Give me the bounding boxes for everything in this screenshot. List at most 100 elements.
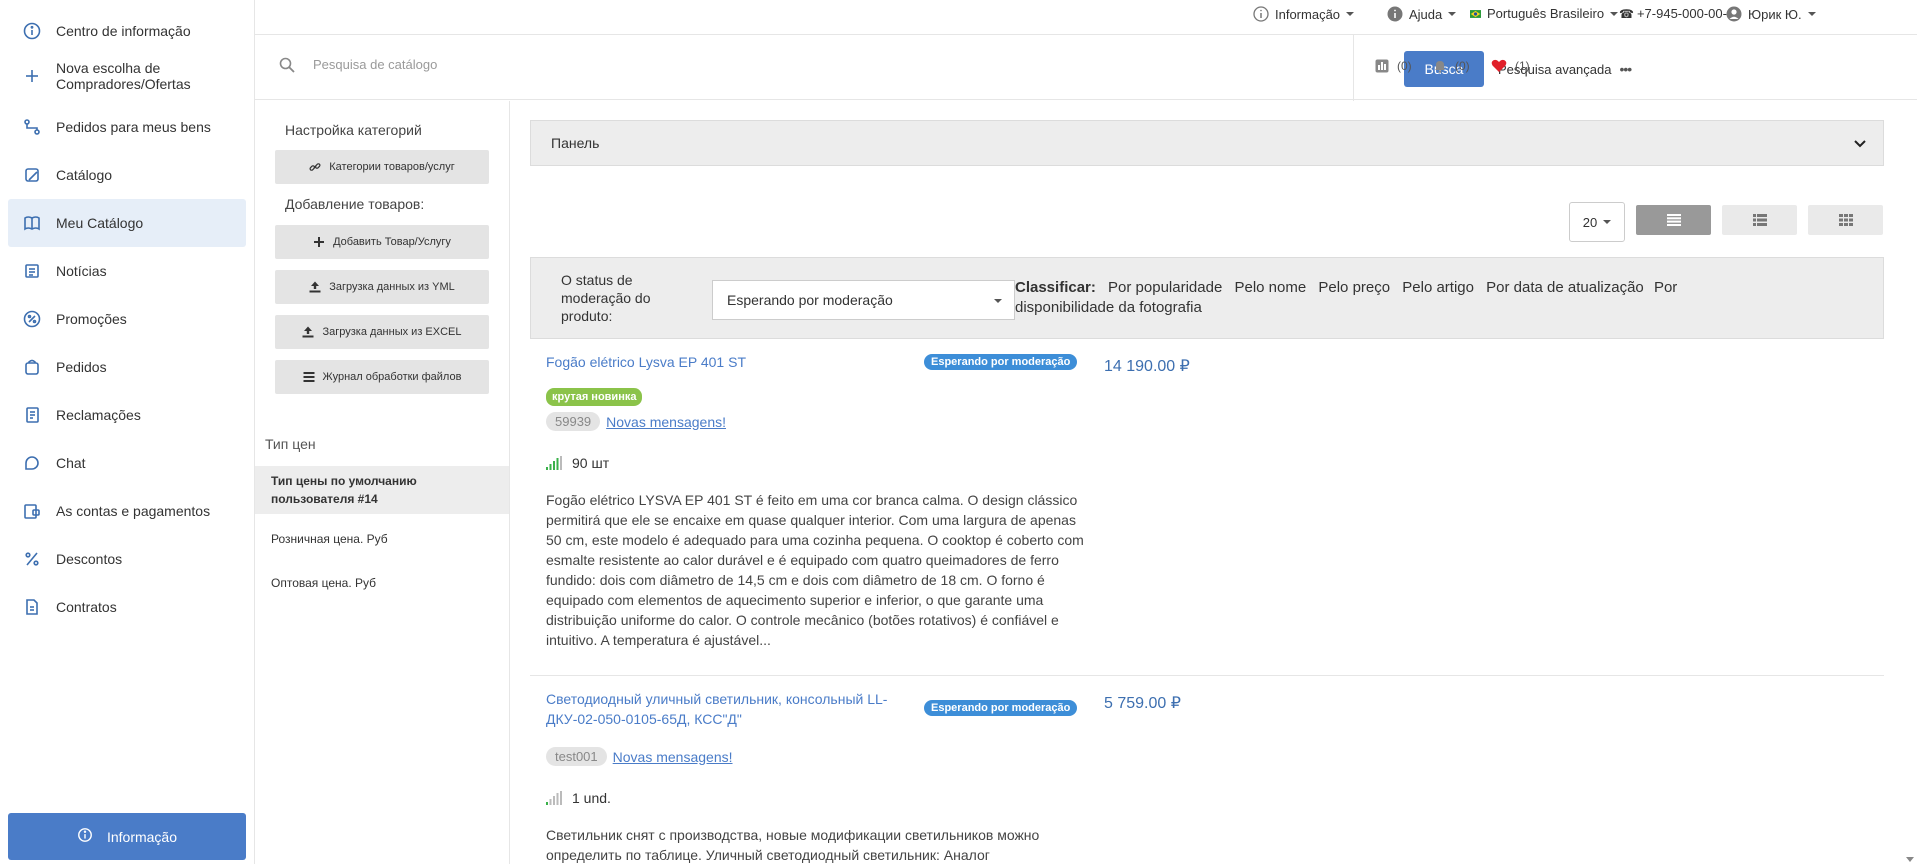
categories-button-label: Категории товаров/услуг xyxy=(329,161,455,173)
phone[interactable]: ☎ +7-945-000-00-00 xyxy=(1619,6,1741,21)
info-icon xyxy=(1387,6,1403,22)
news-icon xyxy=(8,262,56,280)
nav-item-orders[interactable]: Pedidos xyxy=(8,354,246,380)
nav-item-promotions[interactable]: Promoções xyxy=(8,306,246,332)
catalog-tools-panel: Настройка категорий Категории товаров/ус… xyxy=(255,101,510,864)
percent-icon xyxy=(8,550,56,568)
nav-label: Centro de informação xyxy=(56,23,191,39)
nav-label: Promoções xyxy=(56,311,127,327)
caret-down-icon xyxy=(1448,12,1457,16)
list-view-icon xyxy=(1666,214,1681,226)
bill-icon xyxy=(8,502,56,520)
nav-item-orders-for-my-goods[interactable]: Pedidos para meus bens xyxy=(8,114,246,140)
information-menu-label: Informação xyxy=(1275,6,1341,22)
nav-item-discounts[interactable]: Descontos xyxy=(8,546,246,572)
bell-icon xyxy=(1435,61,1445,73)
nav-item-contracts[interactable]: Contratos xyxy=(8,594,246,620)
nav-item-accounts-payments[interactable]: As contas e pagamentos xyxy=(8,498,246,524)
stock-info: 90 шт xyxy=(546,455,609,471)
panel-toggle[interactable]: Панель xyxy=(530,120,1884,166)
product-title-link[interactable]: Светодиодный уличный светильник, консоль… xyxy=(546,689,916,729)
user-menu[interactable]: Юрик Ю. xyxy=(1726,6,1816,22)
add-product-button[interactable]: Добавить Товар/Услугу xyxy=(275,225,489,259)
upload-excel-button-label: Загрузка данных из EXCEL xyxy=(322,326,462,338)
product-card: Fogão elétrico Lysva EP 401 ST Esperando… xyxy=(530,340,1884,676)
upload-yml-button[interactable]: Загрузка данных из YML xyxy=(275,270,489,304)
main-content: Панель 20 O status de moderação do produ… xyxy=(530,101,1885,864)
scroll-down-arrow-icon[interactable] xyxy=(1906,857,1914,862)
caret-down-icon xyxy=(1610,11,1619,16)
sort-by-name[interactable]: Pelo nome xyxy=(1234,279,1306,296)
categories-button[interactable]: Категории товаров/услуг xyxy=(275,150,489,184)
nav-label: Pedidos xyxy=(56,359,107,375)
plus-icon xyxy=(8,67,56,85)
language-menu[interactable]: Português Brasileiro xyxy=(1470,6,1619,21)
nav-item-chat[interactable]: Chat xyxy=(8,450,246,476)
nav-label: Contratos xyxy=(56,599,117,615)
nav-item-new-buyers-offers[interactable]: Nova escolha de Compradores/Ofertas xyxy=(8,58,246,94)
detailed-list-icon xyxy=(1752,214,1767,226)
product-card: Светодиодный уличный светильник, консоль… xyxy=(530,677,1884,864)
moderation-status-value: Esperando por moderação xyxy=(727,292,893,308)
favorites-count: (1) xyxy=(1515,59,1530,73)
scrollbar[interactable] xyxy=(1905,0,1917,864)
filter-bar: O status de moderação do produto: Espera… xyxy=(530,257,1884,339)
stock-info: 1 und. xyxy=(546,790,611,806)
nav-label: Reclamações xyxy=(56,407,141,423)
top-bar: Informação Ajuda Português Brasileiro ☎ … xyxy=(255,0,1917,28)
catalog-icon xyxy=(8,166,56,184)
search-icon xyxy=(279,57,295,76)
more-dots-icon: ••• xyxy=(1619,61,1632,77)
stock-quantity: 1 und. xyxy=(572,790,611,806)
nav-label: Meu Catálogo xyxy=(56,215,144,231)
sku-tag: 59939 xyxy=(546,412,601,431)
new-messages-link[interactable]: Novas mensagens! xyxy=(606,414,726,430)
catalog-search-input[interactable] xyxy=(313,57,1013,72)
view-list-button[interactable] xyxy=(1636,205,1711,235)
nav-item-information-center[interactable]: Centro de informação xyxy=(8,18,246,44)
language-label: Português Brasileiro xyxy=(1487,6,1605,21)
moderation-status-select[interactable]: Esperando por moderação xyxy=(712,280,1015,320)
nav-item-complaints[interactable]: Reclamações xyxy=(8,402,246,428)
upload-excel-button[interactable]: Загрузка данных из EXCEL xyxy=(275,315,489,349)
product-title-link[interactable]: Fogão elétrico Lysva EP 401 ST xyxy=(546,352,916,372)
price-type-retail[interactable]: Розничная цена. Руб xyxy=(255,524,509,554)
compare-count: (0) xyxy=(1397,59,1412,73)
sort-by-price[interactable]: Pelo preço xyxy=(1318,279,1390,296)
nav-item-news[interactable]: Notícias xyxy=(8,258,246,284)
per-page-select[interactable]: 20 xyxy=(1569,202,1625,242)
notifications-button[interactable]: (0) xyxy=(1433,59,1470,73)
price-type-wholesale[interactable]: Оптовая цена. Руб xyxy=(255,568,509,598)
nav-label: Catálogo xyxy=(56,167,113,183)
nav-item-catalog[interactable]: Catálogo xyxy=(8,162,246,188)
info-icon xyxy=(8,22,56,40)
new-messages-link[interactable]: Novas mensagens! xyxy=(613,749,733,765)
caret-down-icon xyxy=(994,299,1002,303)
grid-icon xyxy=(1838,214,1853,226)
book-icon xyxy=(8,214,56,232)
plus-icon xyxy=(314,237,325,247)
phone-icon: ☎ xyxy=(1619,6,1634,21)
nav-label: Chat xyxy=(56,455,86,471)
price-type-default[interactable]: Тип цены по умолчанию пользователя #14 xyxy=(255,466,509,514)
file-log-button-label: Журнал обработки файлов xyxy=(322,371,462,383)
info-icon xyxy=(77,827,93,846)
sort-by-update-date[interactable]: Por data de atualização xyxy=(1486,279,1644,296)
product-meta: 59939 Novas mensagens! xyxy=(546,412,726,431)
view-grid-button[interactable] xyxy=(1808,205,1883,235)
sort-by-article[interactable]: Pelo artigo xyxy=(1402,279,1474,296)
file-log-button[interactable]: Журнал обработки файлов xyxy=(275,360,489,394)
info-icon xyxy=(1253,6,1269,22)
complaint-icon xyxy=(8,406,56,424)
information-button[interactable]: Informação xyxy=(8,813,246,860)
favorites-button[interactable]: (1) xyxy=(1491,59,1530,73)
view-detailed-list-button[interactable] xyxy=(1722,205,1797,235)
compare-button[interactable]: (0) xyxy=(1375,59,1412,73)
sort-by-popularity[interactable]: Por popularidade xyxy=(1108,279,1222,296)
add-product-button-label: Добавить Товар/Услугу xyxy=(333,236,451,248)
route-icon xyxy=(8,118,56,136)
caret-down-icon xyxy=(1603,220,1612,224)
nav-item-my-catalog[interactable]: Meu Catálogo xyxy=(8,199,246,247)
information-menu[interactable]: Informação xyxy=(1253,6,1355,22)
help-menu[interactable]: Ajuda xyxy=(1387,6,1457,22)
